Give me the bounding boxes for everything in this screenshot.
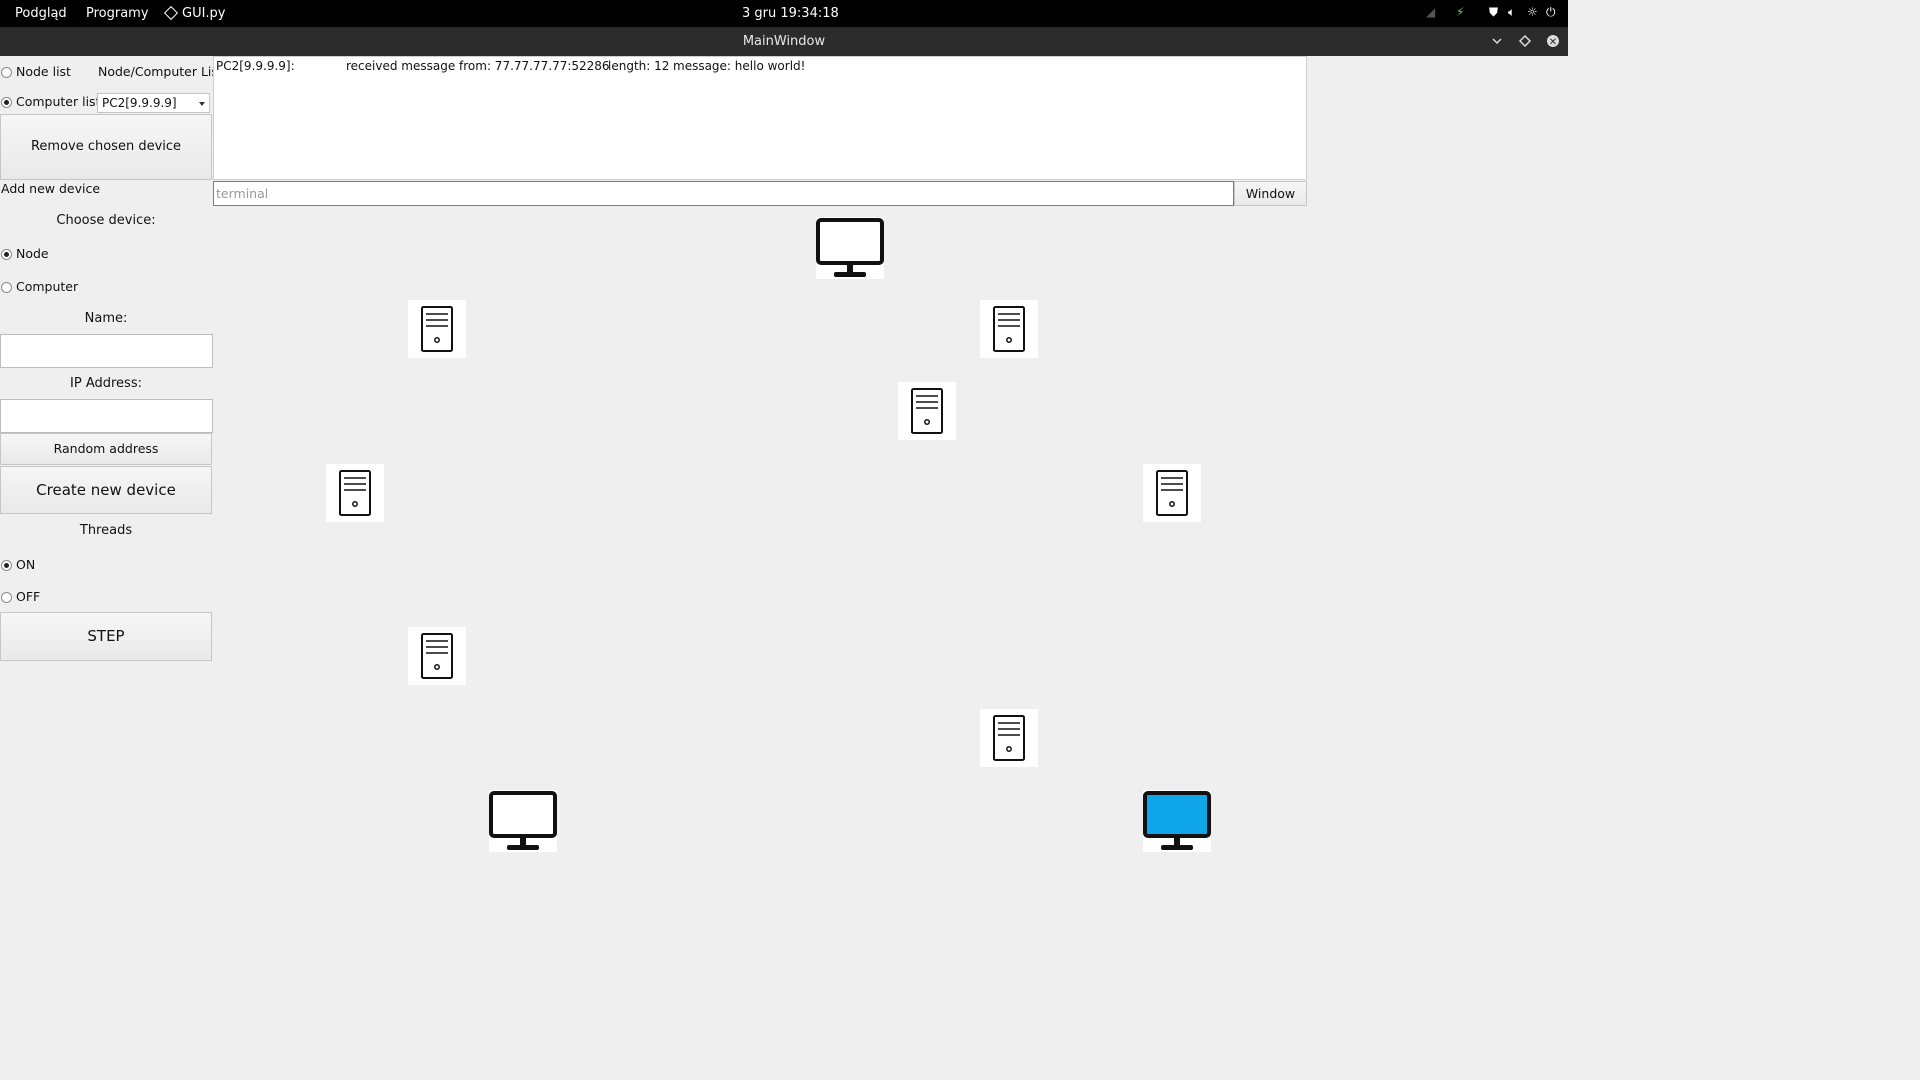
radio-indicator xyxy=(1,97,12,108)
clock[interactable]: 3 gru 19:34:18 xyxy=(742,6,839,21)
server-tower-icon xyxy=(993,715,1025,761)
close-button[interactable]: ✕ xyxy=(1544,32,1562,50)
system-tray[interactable]: ◢ ⚡ ⛊ 🔈︎ ☼ ⏻ xyxy=(1426,5,1556,21)
node-device[interactable] xyxy=(980,709,1038,767)
radio-indicator xyxy=(1,282,12,293)
shield-icon: ⛊ xyxy=(1489,5,1499,19)
server-tower-icon xyxy=(421,633,453,679)
computer-option-label: Computer xyxy=(16,279,79,294)
threads-on-label: ON xyxy=(16,557,36,572)
system-top-bar: Podgląd Programy GUI.py 3 gru 19:34:18 ◢… xyxy=(0,0,1568,27)
computer-device[interactable] xyxy=(489,790,557,852)
window-title-bar[interactable]: MainWindow ✕ xyxy=(0,27,1568,56)
node-device[interactable] xyxy=(408,300,466,358)
server-tower-icon xyxy=(1156,470,1188,516)
log-source: PC2[9.9.9.9]: xyxy=(216,59,295,73)
monitor-icon xyxy=(816,218,884,277)
node-device[interactable] xyxy=(980,300,1038,358)
monitor-icon xyxy=(489,791,557,850)
threads-label: Threads xyxy=(79,523,133,538)
applications-menu[interactable]: Programy xyxy=(86,6,149,21)
computer-device-selected[interactable] xyxy=(1143,790,1211,852)
server-tower-icon xyxy=(339,470,371,516)
device-select[interactable]: PC2[9.9.9.9] xyxy=(97,93,210,113)
server-tower-icon xyxy=(911,388,943,434)
close-icon: ✕ xyxy=(1548,37,1558,48)
monitor-icon xyxy=(1143,791,1211,850)
node-device[interactable] xyxy=(898,382,956,440)
threads-off-label: OFF xyxy=(16,589,41,604)
server-tower-icon xyxy=(993,306,1025,352)
log-length: length: 12 xyxy=(608,59,670,73)
node-device[interactable] xyxy=(408,627,466,685)
create-device-button[interactable]: Create new device xyxy=(0,466,212,514)
volume-icon: 🔈︎ xyxy=(1508,5,1516,19)
log-event: received message from: 77.77.77.77:52286 xyxy=(346,59,610,73)
add-new-device-label: Add new device xyxy=(1,181,101,196)
chevron-down-icon xyxy=(1492,38,1502,45)
log-message: message: hello world! xyxy=(673,59,806,73)
battery-icon: ⚡ xyxy=(1456,5,1465,19)
network-icon: ◢ xyxy=(1426,5,1436,19)
choose-device-label: Choose device: xyxy=(56,213,156,228)
diamond-icon xyxy=(1518,34,1532,48)
radio-indicator xyxy=(1,560,12,571)
activities-button[interactable]: Podgląd xyxy=(15,6,67,21)
device-select-value: PC2[9.9.9.9] xyxy=(102,96,177,110)
list-header: Node/Computer List xyxy=(98,64,223,79)
window-button[interactable]: Window xyxy=(1234,181,1307,206)
app-menu[interactable]: GUI.py xyxy=(182,6,226,21)
node-option-label: Node xyxy=(16,246,49,261)
node-device[interactable] xyxy=(1143,464,1201,522)
power-icon: ⏻ xyxy=(1546,5,1556,19)
step-button[interactable]: STEP xyxy=(0,612,212,661)
node-list-label: Node list xyxy=(16,64,71,79)
random-address-button[interactable]: Random address xyxy=(0,433,212,465)
ip-address-input[interactable] xyxy=(0,399,213,433)
radio-indicator xyxy=(1,592,12,603)
radio-indicator xyxy=(1,67,12,78)
minimize-button[interactable] xyxy=(1488,32,1506,50)
radio-indicator xyxy=(1,249,12,260)
computer-device[interactable] xyxy=(816,217,884,279)
window-title: MainWindow xyxy=(742,34,826,49)
name-label: Name: xyxy=(84,311,128,326)
node-device[interactable] xyxy=(326,464,384,522)
remove-device-button[interactable]: Remove chosen device xyxy=(0,114,212,180)
app-diamond-icon xyxy=(163,5,179,21)
message-log[interactable]: PC2[9.9.9.9]: received message from: 77.… xyxy=(213,56,1307,180)
server-tower-icon xyxy=(421,306,453,352)
maximize-button[interactable] xyxy=(1516,32,1534,50)
dropdown-arrow-icon xyxy=(199,102,205,106)
computer-list-label: Computer list xyxy=(16,94,101,109)
terminal-input[interactable] xyxy=(213,181,1234,206)
ip-address-label: IP Address: xyxy=(70,376,142,391)
name-input[interactable] xyxy=(0,334,213,368)
brightness-icon: ☼ xyxy=(1527,5,1538,19)
